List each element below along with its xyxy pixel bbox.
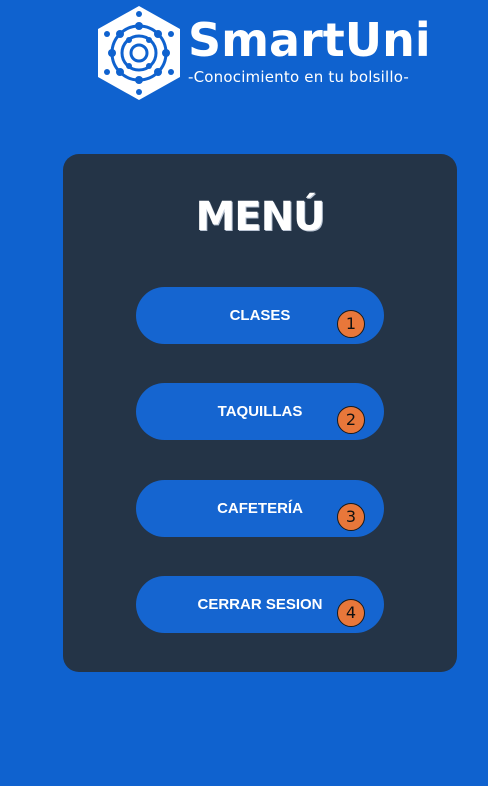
menu-title: MENÚ xyxy=(195,194,325,240)
app-header: SmartUni -Conocimiento en tu bolsillo- xyxy=(94,4,434,104)
clases-button[interactable]: CLASES 1 xyxy=(136,287,384,344)
cerrar-sesion-button[interactable]: CERRAR SESION 4 xyxy=(136,576,384,633)
brand-name: SmartUni xyxy=(188,13,431,67)
number-badge-3: 3 xyxy=(337,503,365,531)
brand-tagline: -Conocimiento en tu bolsillo- xyxy=(188,68,410,86)
menu-panel: MENÚ CLASES 1 TAQUILLAS 2 CAFETERÍA 3 CE… xyxy=(63,154,457,672)
mandala-logo-icon xyxy=(98,6,180,100)
number-badge-2: 2 xyxy=(337,406,365,434)
number-badge-4: 4 xyxy=(337,599,365,627)
taquillas-button[interactable]: TAQUILLAS 2 xyxy=(136,383,384,440)
cafeteria-button[interactable]: CAFETERÍA 3 xyxy=(136,480,384,537)
number-badge-1: 1 xyxy=(337,310,365,338)
